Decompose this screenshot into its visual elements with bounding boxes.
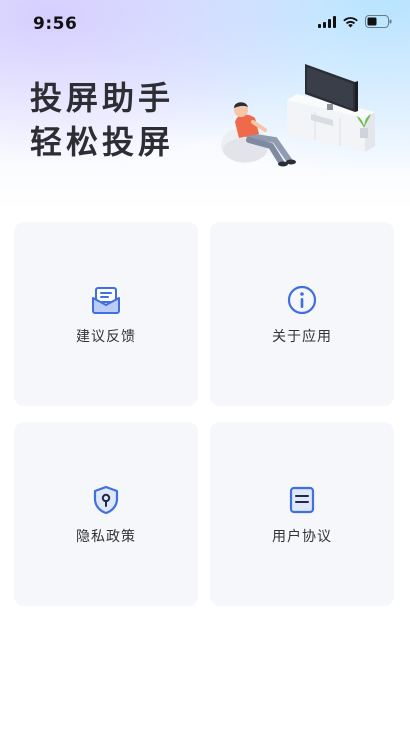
status-icons — [318, 15, 392, 28]
feedback-card[interactable]: 建议反馈 — [14, 222, 198, 406]
agreement-document-icon — [289, 486, 315, 514]
person-watching-tv-illustration — [221, 64, 375, 167]
user-agreement-label: 用户协议 — [272, 529, 332, 545]
hero-title-line1: 投屏助手 — [30, 79, 175, 117]
cellular-signal-icon — [318, 15, 336, 28]
privacy-policy-label: 隐私政策 — [76, 529, 136, 545]
user-agreement-card[interactable]: 用户协议 — [210, 422, 394, 606]
battery-icon — [365, 15, 392, 28]
feedback-mail-icon — [92, 287, 120, 314]
about-app-label: 关于应用 — [272, 329, 332, 345]
status-bar: 9:56 — [0, 0, 410, 48]
privacy-shield-icon — [93, 485, 119, 515]
feedback-label: 建议反馈 — [76, 329, 136, 345]
hero-title-line2: 轻松投屏 — [30, 123, 175, 161]
about-app-card[interactable]: 关于应用 — [210, 222, 394, 406]
hero-title: 投屏助手 轻松投屏 — [30, 76, 174, 164]
privacy-policy-card[interactable]: 隐私政策 — [14, 422, 198, 606]
wifi-icon — [343, 16, 358, 27]
info-icon — [287, 285, 317, 315]
status-time: 9:56 — [33, 14, 78, 34]
